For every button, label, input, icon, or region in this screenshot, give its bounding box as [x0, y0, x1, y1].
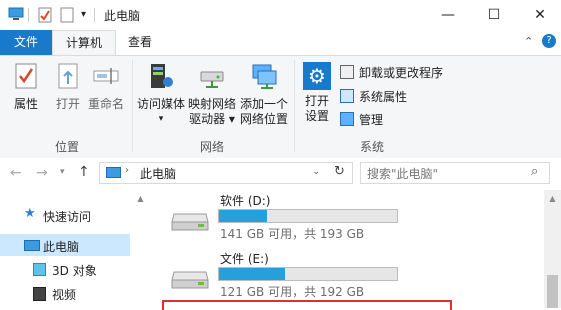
- manage-label: 管理: [359, 112, 384, 127]
- access-media-dropdown: ▾: [158, 114, 164, 124]
- open-icon: [56, 62, 80, 93]
- search-icon: ⌕: [531, 164, 539, 179]
- uninstall-program-button[interactable]: 卸载或更改程序: [340, 63, 443, 81]
- tab-computer[interactable]: 计算机: [52, 30, 116, 56]
- uninstall-label: 卸载或更改程序: [359, 65, 444, 80]
- hard-drive-icon: [170, 266, 210, 293]
- network-drive-icon: [198, 62, 226, 93]
- properties-button[interactable]: 属性: [8, 60, 44, 112]
- system-properties-button[interactable]: 系统属性: [340, 87, 407, 105]
- manage-icon: [340, 112, 354, 126]
- back-icon[interactable]: ←: [10, 165, 22, 181]
- open-settings-button[interactable]: ⚙ 打开 设置: [298, 60, 336, 130]
- open-button[interactable]: 打开: [50, 60, 86, 112]
- open-label: 打开: [55, 97, 80, 111]
- content-scroll-thumb[interactable]: [547, 275, 558, 308]
- highlight-box: [162, 300, 452, 310]
- search-box[interactable]: 搜索"此电脑" ⌕: [360, 162, 550, 184]
- close-button[interactable]: ✕: [517, 0, 561, 30]
- manage-button[interactable]: 管理: [340, 110, 383, 128]
- search-input[interactable]: 搜索"此电脑": [367, 165, 438, 182]
- drive-name-e: 文件 (E:): [220, 252, 269, 266]
- rename-button[interactable]: 重命名: [86, 60, 126, 112]
- drive-usage-fill-d: [219, 210, 268, 222]
- film-icon: [33, 287, 46, 301]
- group-label-network: 网络: [199, 140, 224, 154]
- up-icon[interactable]: ↑: [78, 164, 90, 180]
- map-network-drive-label2: 驱动器 ▾: [189, 112, 235, 126]
- add-network-location-button[interactable]: 添加一个 网络位置: [238, 60, 290, 130]
- system-properties-label: 系统属性: [359, 89, 408, 104]
- nav-scrollbar[interactable]: ▲: [133, 190, 148, 308]
- drive-space-d: 141 GB 可用，共 193 GB: [220, 227, 365, 241]
- drive-usage-bar-d: [218, 209, 398, 223]
- refresh-icon[interactable]: ↻: [334, 164, 345, 179]
- customize-toolbar-icon[interactable]: ▾: [81, 9, 86, 20]
- drive-item-d[interactable]: 软件 (D:) 141 GB 可用，共 193 GB: [160, 190, 400, 246]
- properties-quick-icon[interactable]: [38, 7, 52, 26]
- navigation-pane: ★ 快速访问 此电脑 3D 对象 视频: [0, 190, 148, 308]
- media-server-icon: [148, 62, 174, 93]
- settings-gear-icon: ⚙: [303, 62, 331, 90]
- address-computer-icon: [106, 167, 121, 178]
- rename-icon: [92, 62, 120, 93]
- breadcrumb-separator-icon: ›: [125, 165, 129, 176]
- add-network-location-label2: 网络位置: [239, 112, 288, 126]
- recent-locations-icon[interactable]: ▾: [60, 167, 65, 177]
- nav-label-videos: 视频: [52, 288, 77, 302]
- group-label-system: 系统: [359, 140, 384, 154]
- computer-icon: [8, 7, 24, 24]
- properties-icon: [14, 62, 38, 93]
- tab-view[interactable]: 查看: [118, 30, 162, 55]
- nav-item-quick-access[interactable]: ★ 快速访问: [0, 204, 130, 226]
- new-folder-quick-icon[interactable]: [60, 7, 74, 26]
- group-label-location: 位置: [54, 140, 79, 154]
- help-icon[interactable]: ?: [542, 34, 556, 48]
- network-location-icon: [250, 62, 278, 93]
- minimize-button[interactable]: —: [425, 0, 471, 30]
- nav-item-videos[interactable]: 视频: [0, 282, 130, 304]
- address-dropdown-icon[interactable]: ⌄: [312, 166, 320, 177]
- nav-label-3d-objects: 3D 对象: [52, 264, 97, 278]
- breadcrumb-this-pc[interactable]: 此电脑: [140, 165, 176, 182]
- window-title: 此电脑: [104, 9, 141, 23]
- content-scrollbar[interactable]: ▲: [544, 190, 561, 308]
- star-icon: ★: [24, 206, 36, 221]
- nav-label-this-pc: 此电脑: [43, 240, 80, 254]
- hard-drive-icon: [170, 208, 210, 235]
- title-bar: ▾ 此电脑 — ☐ ✕: [0, 0, 561, 30]
- nav-item-this-pc[interactable]: 此电脑: [0, 234, 130, 256]
- add-network-location-label1: 添加一个: [239, 97, 288, 111]
- cube-icon: [33, 263, 46, 276]
- map-network-drive-button[interactable]: 映射网络 驱动器 ▾: [186, 60, 238, 130]
- system-properties-icon: [340, 89, 354, 103]
- nav-scroll-up-icon[interactable]: ▲: [133, 194, 148, 203]
- content-scroll-up-icon[interactable]: ▲: [544, 194, 561, 203]
- drive-name-d: 软件 (D:): [220, 194, 271, 208]
- rename-label: 重命名: [87, 97, 124, 111]
- collapse-ribbon-icon[interactable]: ⌃: [524, 35, 533, 48]
- open-settings-label1: 打开: [304, 94, 329, 108]
- drive-item-e[interactable]: 文件 (E:) 121 GB 可用，共 192 GB: [160, 248, 400, 304]
- drive-usage-fill-e: [219, 268, 285, 280]
- address-bar[interactable]: › 此电脑 ⌄ ↻: [99, 162, 353, 184]
- forward-icon[interactable]: →: [36, 165, 48, 181]
- nav-item-3d-objects[interactable]: 3D 对象: [0, 258, 130, 280]
- map-network-drive-label1: 映射网络: [187, 97, 236, 111]
- tab-file[interactable]: 文件: [0, 30, 52, 55]
- maximize-button[interactable]: ☐: [471, 0, 517, 30]
- drive-space-e: 121 GB 可用，共 192 GB: [220, 285, 365, 299]
- nav-label-quick-access: 快速访问: [43, 210, 92, 224]
- uninstall-icon: [340, 65, 354, 79]
- access-media-label: 访问媒体: [136, 97, 185, 111]
- access-media-button[interactable]: 访问媒体 ▾: [136, 60, 186, 130]
- this-pc-icon: [24, 240, 40, 251]
- open-settings-label2: 设置: [304, 109, 329, 123]
- drive-usage-bar-e: [218, 267, 398, 281]
- properties-label: 属性: [13, 97, 38, 111]
